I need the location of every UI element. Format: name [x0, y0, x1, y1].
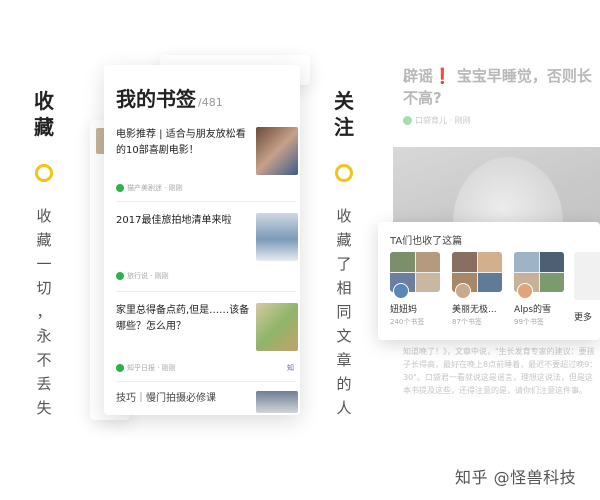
bookmark-source-text: 旅行说 · 刚刚: [127, 272, 169, 280]
caption-char: 藏: [34, 115, 54, 139]
caption-char: 相: [336, 279, 352, 297]
wechat-icon: [116, 184, 124, 192]
bookmark-item-title: 2017最佳旅拍地清单来啦: [116, 215, 232, 226]
bookmark-item-title: 家里总得备点药,但是……该备哪些？怎么用？: [116, 305, 250, 332]
divider: [116, 201, 296, 202]
divider: [116, 381, 296, 382]
user-name: 妞妞妈: [390, 305, 418, 315]
watermark: 知乎 @怪兽科技: [455, 468, 577, 487]
user-card[interactable]: Alps的雪 99个书签: [514, 252, 566, 327]
caption-char: 藏: [336, 231, 352, 249]
bookmark-source-text: 猫产美剧迷 · 刚刚: [127, 184, 183, 192]
caption-char: 切: [36, 279, 52, 297]
bookmark-item[interactable]: 2017最佳旅拍地清单来啦 旅行说 · 刚刚: [116, 213, 298, 281]
yellow-ring-icon: [35, 164, 53, 182]
article-title: 辟谣❗ 宝宝早睡觉，否则长不高?: [403, 65, 600, 109]
wechat-icon: [116, 364, 124, 372]
avatar: [517, 283, 533, 299]
right-caption-title: 关 注: [333, 88, 355, 140]
article-source-text: 口袋育儿 · 刚刚: [415, 116, 471, 125]
caption-char: 藏: [36, 231, 52, 249]
bookmark-item[interactable]: 技巧｜慢门拍摄必修课: [116, 391, 298, 415]
caption-char: 注: [334, 115, 354, 139]
caption-char: 文: [336, 327, 352, 345]
article-source: 口袋育儿 · 刚刚: [403, 115, 471, 126]
popup-header: TA们也收了这篇: [390, 236, 463, 247]
caption-char: 的: [336, 375, 352, 393]
yellow-ring-icon: [335, 164, 353, 182]
bookmark-thumbnail: [256, 391, 298, 413]
caption-char: 同: [336, 303, 352, 321]
bookmark-source: 猫产美剧迷 · 刚刚: [116, 183, 183, 193]
user-bookmark-count: 87个书签: [452, 318, 482, 326]
bookmark-list-card: 我的书签/481 电影推荐 | 适合与朋友放松看的10部喜剧电影！ 猫产美剧迷 …: [104, 65, 300, 415]
user-card[interactable]: 美丽无极... 87个书签: [452, 252, 504, 327]
bookmark-thumbnail: [256, 213, 298, 261]
bookmark-source: 知乎日报 · 刚刚: [116, 363, 176, 373]
caption-char: 失: [36, 399, 52, 417]
left-caption-subtitle: 收 藏 一 切 ， 永 不 丢 失: [33, 204, 55, 420]
more-users-box[interactable]: [574, 252, 600, 300]
user-name: Alps的雪: [514, 305, 552, 315]
avatar: [455, 283, 471, 299]
caption-char: 关: [334, 89, 354, 113]
caption-char: 收: [36, 207, 52, 225]
wechat-icon: [403, 116, 412, 125]
caption-char: 永: [36, 327, 52, 345]
caption-char: 收: [34, 89, 54, 113]
article-body: 知道晚了！》，文章中说，"生长发育专家的建议：要孩子长得高，最好在晚上8点前睡着…: [403, 347, 598, 395]
user-bookmark-count: 240个书签: [390, 318, 425, 326]
bookmark-count: /481: [198, 96, 223, 109]
article-title-part: 辟谣: [403, 67, 434, 85]
left-caption: 收 藏 收 藏 一 切 ， 永 不 丢 失: [33, 88, 55, 420]
user-card[interactable]: 妞妞妈 240个书签: [390, 252, 442, 327]
right-caption-subtitle: 收 藏 了 相 同 文 章 的 人: [333, 204, 355, 420]
bookmark-thumbnail: [256, 127, 298, 175]
caption-char: 不: [36, 351, 52, 369]
caption-char: 丢: [36, 375, 52, 393]
caption-char: 了: [336, 255, 352, 273]
bookmark-source: 旅行说 · 刚刚: [116, 271, 169, 281]
user-bookmark-count: 99个书签: [514, 318, 544, 326]
avatar: [393, 283, 409, 299]
wechat-icon: [116, 272, 124, 280]
caption-char: 收: [336, 207, 352, 225]
exclamation-icon: ❗: [433, 67, 452, 85]
caption-char: 人: [336, 399, 352, 417]
also-bookmarked-popup: TA们也收了这篇 妞妞妈 240个书签 美丽无极... 87个书签 Alps的雪…: [378, 222, 600, 340]
caption-char: 章: [336, 351, 352, 369]
bookmark-header: 我的书签/481: [116, 83, 223, 112]
bookmark-source-text: 知乎日报 · 刚刚: [127, 364, 176, 372]
more-users-link[interactable]: 更多: [574, 310, 592, 323]
bookmark-thumbnail: [256, 303, 298, 351]
bookmark-item[interactable]: 家里总得备点药,但是……该备哪些？怎么用？ 知乎日报 · 刚刚 知: [116, 303, 298, 372]
zhihu-tag: 知: [287, 364, 294, 372]
user-name: 美丽无极...: [452, 305, 497, 315]
bookmark-title: 我的书签: [116, 87, 196, 111]
left-caption-title: 收 藏: [33, 88, 55, 140]
bookmark-item-title: 技巧｜慢门拍摄必修课: [116, 393, 216, 404]
divider: [116, 291, 296, 292]
caption-char: 一: [36, 255, 52, 273]
caption-char: ，: [36, 303, 52, 321]
right-caption: 关 注 收 藏 了 相 同 文 章 的 人: [333, 88, 355, 420]
bookmark-item[interactable]: 电影推荐 | 适合与朋友放松看的10部喜剧电影！ 猫产美剧迷 · 刚刚: [116, 127, 298, 193]
bookmark-item-title: 电影推荐 | 适合与朋友放松看的10部喜剧电影！: [116, 129, 246, 156]
